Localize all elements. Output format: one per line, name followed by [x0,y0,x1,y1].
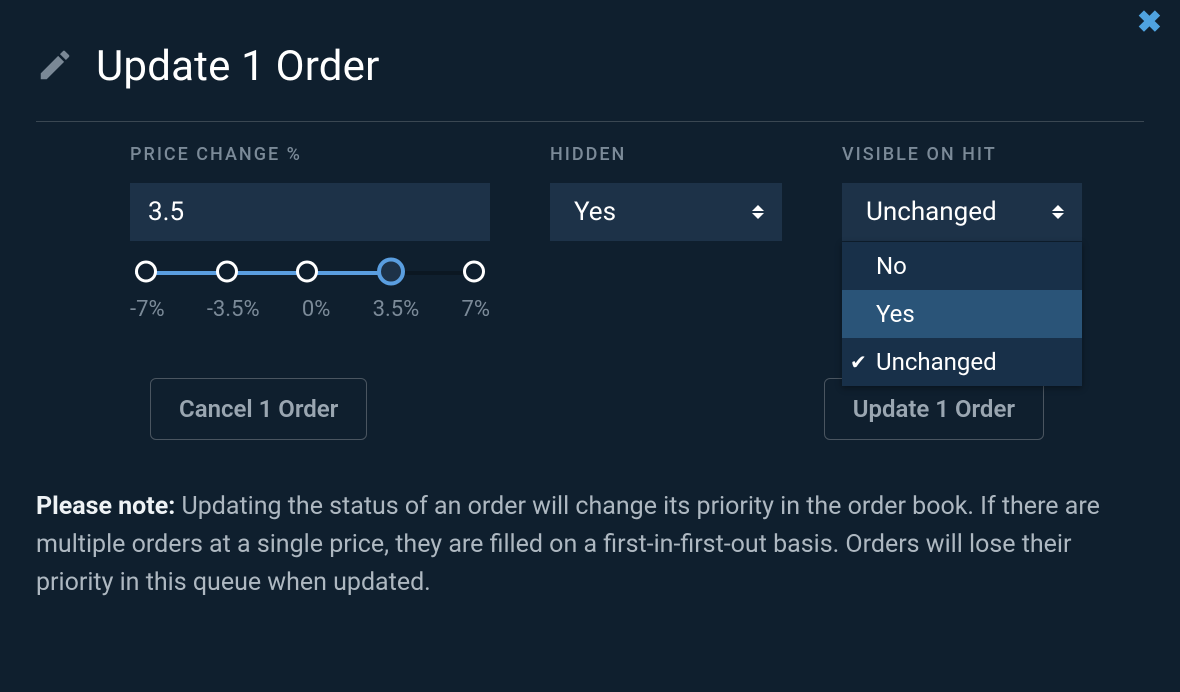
hidden-group: HIDDEN Yes [550,144,782,322]
chevron-updown-icon [752,205,764,219]
close-icon[interactable]: ✖ [1137,8,1162,38]
form-row: PRICE CHANGE % -7% -3.5% [0,122,1180,322]
visible-on-hit-dropdown: No Yes ✔ Unchanged [842,242,1082,386]
visible-on-hit-value: Unchanged [866,197,997,227]
note-text: Please note: Updating the status of an o… [0,440,1180,602]
update-button[interactable]: Update 1 Order [824,378,1044,440]
slider-tick-label: -7% [130,297,165,322]
modal-title: Update 1 Order [96,42,380,91]
dropdown-option-yes[interactable]: Yes [842,290,1082,338]
note-body: Updating the status of an order will cha… [36,492,1100,597]
slider-tick-label: 3.5% [373,297,420,322]
edit-icon [36,46,74,88]
slider-stop-current[interactable] [377,258,405,286]
visible-on-hit-label: VISIBLE ON HIT [842,144,1082,165]
check-icon: ✔ [850,350,867,374]
visible-on-hit-group: VISIBLE ON HIT Unchanged No Yes ✔ Unchan… [842,144,1082,322]
hidden-label: HIDDEN [550,144,782,165]
slider-tick-label: 7% [462,297,490,322]
hidden-select[interactable]: Yes [550,183,782,241]
visible-on-hit-select[interactable]: Unchanged [842,183,1082,241]
cancel-button[interactable]: Cancel 1 Order [150,378,367,440]
dropdown-option-no[interactable]: No [842,242,1082,290]
dropdown-option-unchanged[interactable]: ✔ Unchanged [842,338,1082,386]
slider-tick-label: -3.5% [207,297,260,322]
slider-stop[interactable] [463,261,485,283]
price-change-label: PRICE CHANGE % [130,144,490,165]
price-change-slider[interactable]: -7% -3.5% 0% 3.5% 7% [130,269,490,322]
slider-tick-label: 0% [302,297,330,322]
price-change-input[interactable] [130,183,490,241]
slider-stop[interactable] [296,261,318,283]
update-order-modal: ✖ Update 1 Order PRICE CHANGE % [0,0,1180,692]
hidden-value: Yes [574,197,616,227]
chevron-updown-icon [1052,205,1064,219]
modal-header: Update 1 Order [0,0,1180,121]
note-prefix: Please note: [36,492,175,521]
price-change-group: PRICE CHANGE % -7% -3.5% [130,144,490,322]
slider-stop[interactable] [135,261,157,283]
slider-stop[interactable] [216,261,238,283]
